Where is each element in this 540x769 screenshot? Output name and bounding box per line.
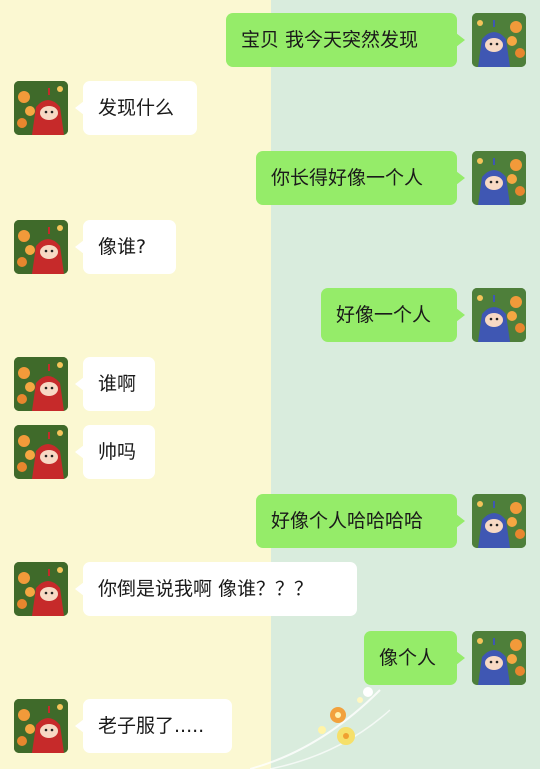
peer-message-bubble[interactable]: 谁啊 — [75, 357, 155, 411]
message-text: 你长得好像一个人 — [271, 167, 424, 189]
message-text: 老子服了..... — [98, 715, 205, 737]
peer-message-bubble[interactable]: 你倒是说我啊 像谁？？？ — [75, 562, 357, 616]
my-avatar[interactable] — [472, 631, 526, 685]
message-text: 好像一个人 — [336, 304, 432, 326]
blue-teletubby-avatar-icon — [472, 631, 526, 685]
my-avatar[interactable] — [472, 288, 526, 342]
red-teletubby-avatar-icon — [14, 562, 68, 616]
blue-teletubby-avatar-icon — [472, 151, 526, 205]
peer-avatar[interactable] — [14, 699, 68, 753]
my-message-bubble[interactable]: 好像个人哈哈哈哈 — [256, 494, 465, 548]
my-avatar[interactable] — [472, 151, 526, 205]
peer-message-bubble[interactable]: 发现什么 — [75, 81, 197, 135]
my-message-bubble[interactable]: 宝贝 我今天突然发现 — [226, 13, 465, 67]
my-message-bubble[interactable]: 你长得好像一个人 — [256, 151, 465, 205]
message-text: 帅吗 — [98, 441, 137, 463]
my-avatar[interactable] — [472, 494, 526, 548]
peer-message-bubble[interactable]: 老子服了..... — [75, 699, 232, 753]
message-text: 像谁? — [98, 236, 147, 258]
blue-teletubby-avatar-icon — [472, 13, 526, 67]
blue-teletubby-avatar-icon — [472, 494, 526, 548]
red-teletubby-avatar-icon — [14, 81, 68, 135]
my-avatar[interactable] — [472, 13, 526, 67]
peer-message-bubble[interactable]: 帅吗 — [75, 425, 155, 479]
message-text: 谁啊 — [98, 373, 137, 395]
peer-avatar[interactable] — [14, 562, 68, 616]
red-teletubby-avatar-icon — [14, 220, 68, 274]
message-text: 你倒是说我啊 像谁？？？ — [98, 578, 314, 600]
blue-teletubby-avatar-icon — [472, 288, 526, 342]
my-message-bubble[interactable]: 好像一个人 — [321, 288, 465, 342]
message-text: 发现什么 — [98, 97, 175, 119]
my-message-bubble[interactable]: 像个人 — [364, 631, 465, 685]
peer-avatar[interactable] — [14, 425, 68, 479]
message-text: 宝贝 我今天突然发现 — [241, 29, 419, 51]
peer-avatar[interactable] — [14, 357, 68, 411]
peer-message-bubble[interactable]: 像谁? — [75, 220, 176, 274]
red-teletubby-avatar-icon — [14, 425, 68, 479]
peer-avatar[interactable] — [14, 81, 68, 135]
peer-avatar[interactable] — [14, 220, 68, 274]
red-teletubby-avatar-icon — [14, 699, 68, 753]
red-teletubby-avatar-icon — [14, 357, 68, 411]
message-text: 像个人 — [379, 647, 437, 669]
message-text: 好像个人哈哈哈哈 — [271, 510, 424, 532]
